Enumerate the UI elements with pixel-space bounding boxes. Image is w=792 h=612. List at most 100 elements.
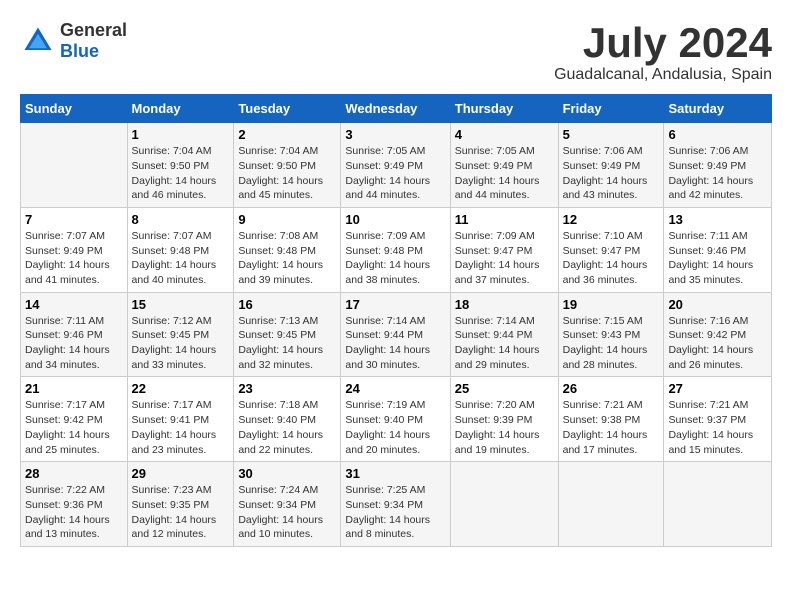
day-number: 4	[455, 127, 554, 142]
day-number: 6	[668, 127, 767, 142]
calendar-cell: 31 Sunrise: 7:25 AM Sunset: 9:34 PM Dayli…	[341, 462, 450, 547]
cell-content: Sunrise: 7:07 AM Sunset: 9:48 PM Dayligh…	[132, 229, 230, 288]
calendar-cell	[558, 462, 664, 547]
day-number: 21	[25, 381, 123, 396]
month-title: July 2024	[554, 20, 772, 66]
logo-blue-text: Blue	[60, 41, 99, 61]
cell-content: Sunrise: 7:17 AM Sunset: 9:42 PM Dayligh…	[25, 398, 123, 457]
calendar-cell: 1 Sunrise: 7:04 AM Sunset: 9:50 PM Daylig…	[127, 123, 234, 208]
calendar-cell: 28 Sunrise: 7:22 AM Sunset: 9:36 PM Dayli…	[21, 462, 128, 547]
cell-content: Sunrise: 7:15 AM Sunset: 9:43 PM Dayligh…	[563, 314, 660, 373]
day-number: 28	[25, 466, 123, 481]
day-number: 18	[455, 297, 554, 312]
calendar-cell: 17Sunrise: 7:14 AM Sunset: 9:44 PM Dayli…	[341, 292, 450, 377]
cell-content: Sunrise: 7:21 AM Sunset: 9:38 PM Dayligh…	[563, 398, 660, 457]
cell-content: Sunrise: 7:09 AM Sunset: 9:47 PM Dayligh…	[455, 229, 554, 288]
cell-content: Sunrise: 7:10 AM Sunset: 9:47 PM Dayligh…	[563, 229, 660, 288]
day-number: 15	[132, 297, 230, 312]
day-number: 30	[238, 466, 336, 481]
day-number: 1	[132, 127, 230, 142]
day-number: 2	[238, 127, 336, 142]
calendar-cell: 2 Sunrise: 7:04 AM Sunset: 9:50 PM Daylig…	[234, 123, 341, 208]
day-number: 16	[238, 297, 336, 312]
day-number: 19	[563, 297, 660, 312]
calendar-cell: 7Sunrise: 7:07 AM Sunset: 9:49 PM Daylig…	[21, 207, 128, 292]
calendar-cell: 14Sunrise: 7:11 AM Sunset: 9:46 PM Dayli…	[21, 292, 128, 377]
cell-content: Sunrise: 7:24 AM Sunset: 9:34 PM Dayligh…	[238, 483, 336, 542]
day-number: 11	[455, 212, 554, 227]
calendar-cell: 13 Sunrise: 7:11 AM Sunset: 9:46 PM Dayli…	[664, 207, 772, 292]
day-number: 9	[238, 212, 336, 227]
calendar-cell: 11 Sunrise: 7:09 AM Sunset: 9:47 PM Dayli…	[450, 207, 558, 292]
calendar-week-4: 21 Sunrise: 7:17 AM Sunset: 9:42 PM Dayli…	[21, 377, 772, 462]
day-number: 25	[455, 381, 554, 396]
day-header-saturday: Saturday	[664, 95, 772, 123]
calendar-cell: 16 Sunrise: 7:13 AM Sunset: 9:45 PM Dayli…	[234, 292, 341, 377]
day-number: 14	[25, 297, 123, 312]
day-number: 12	[563, 212, 660, 227]
calendar-cell: 3 Sunrise: 7:05 AM Sunset: 9:49 PM Daylig…	[341, 123, 450, 208]
calendar-cell: 6 Sunrise: 7:06 AM Sunset: 9:49 PM Daylig…	[664, 123, 772, 208]
calendar-cell: 10 Sunrise: 7:09 AM Sunset: 9:48 PM Dayli…	[341, 207, 450, 292]
day-number: 8	[132, 212, 230, 227]
logo-general-text: General	[60, 20, 127, 40]
calendar-cell: 20Sunrise: 7:16 AM Sunset: 9:42 PM Dayli…	[664, 292, 772, 377]
calendar-cell	[450, 462, 558, 547]
cell-content: Sunrise: 7:04 AM Sunset: 9:50 PM Dayligh…	[132, 144, 230, 203]
cell-content: Sunrise: 7:21 AM Sunset: 9:37 PM Dayligh…	[668, 398, 767, 457]
day-number: 31	[345, 466, 445, 481]
cell-content: Sunrise: 7:06 AM Sunset: 9:49 PM Dayligh…	[563, 144, 660, 203]
calendar-header-row: SundayMondayTuesdayWednesdayThursdayFrid…	[21, 95, 772, 123]
day-number: 27	[668, 381, 767, 396]
calendar-cell: 18 Sunrise: 7:14 AM Sunset: 9:44 PM Dayli…	[450, 292, 558, 377]
logo: General Blue	[20, 20, 127, 62]
calendar-cell: 8 Sunrise: 7:07 AM Sunset: 9:48 PM Daylig…	[127, 207, 234, 292]
calendar-week-1: 1 Sunrise: 7:04 AM Sunset: 9:50 PM Daylig…	[21, 123, 772, 208]
calendar-table: SundayMondayTuesdayWednesdayThursdayFrid…	[20, 94, 772, 547]
day-number: 13	[668, 212, 767, 227]
cell-content: Sunrise: 7:22 AM Sunset: 9:36 PM Dayligh…	[25, 483, 123, 542]
day-header-friday: Friday	[558, 95, 664, 123]
cell-content: Sunrise: 7:25 AM Sunset: 9:34 PM Dayligh…	[345, 483, 445, 542]
day-header-tuesday: Tuesday	[234, 95, 341, 123]
day-number: 23	[238, 381, 336, 396]
day-number: 24	[345, 381, 445, 396]
day-number: 20	[668, 297, 767, 312]
day-header-monday: Monday	[127, 95, 234, 123]
cell-content: Sunrise: 7:05 AM Sunset: 9:49 PM Dayligh…	[345, 144, 445, 203]
calendar-week-2: 7Sunrise: 7:07 AM Sunset: 9:49 PM Daylig…	[21, 207, 772, 292]
cell-content: Sunrise: 7:11 AM Sunset: 9:46 PM Dayligh…	[668, 229, 767, 288]
cell-content: Sunrise: 7:07 AM Sunset: 9:49 PM Dayligh…	[25, 229, 123, 288]
cell-content: Sunrise: 7:14 AM Sunset: 9:44 PM Dayligh…	[455, 314, 554, 373]
calendar-cell	[664, 462, 772, 547]
day-number: 26	[563, 381, 660, 396]
cell-content: Sunrise: 7:17 AM Sunset: 9:41 PM Dayligh…	[132, 398, 230, 457]
logo-icon	[20, 23, 56, 59]
cell-content: Sunrise: 7:14 AM Sunset: 9:44 PM Dayligh…	[345, 314, 445, 373]
calendar-cell: 22 Sunrise: 7:17 AM Sunset: 9:41 PM Dayli…	[127, 377, 234, 462]
day-number: 22	[132, 381, 230, 396]
calendar-cell: 4 Sunrise: 7:05 AM Sunset: 9:49 PM Daylig…	[450, 123, 558, 208]
day-number: 10	[345, 212, 445, 227]
cell-content: Sunrise: 7:09 AM Sunset: 9:48 PM Dayligh…	[345, 229, 445, 288]
day-number: 29	[132, 466, 230, 481]
calendar-cell: 9 Sunrise: 7:08 AM Sunset: 9:48 PM Daylig…	[234, 207, 341, 292]
calendar-body: 1 Sunrise: 7:04 AM Sunset: 9:50 PM Daylig…	[21, 123, 772, 547]
calendar-cell: 30 Sunrise: 7:24 AM Sunset: 9:34 PM Dayli…	[234, 462, 341, 547]
calendar-cell: 12 Sunrise: 7:10 AM Sunset: 9:47 PM Dayli…	[558, 207, 664, 292]
day-number: 3	[345, 127, 445, 142]
cell-content: Sunrise: 7:12 AM Sunset: 9:45 PM Dayligh…	[132, 314, 230, 373]
cell-content: Sunrise: 7:04 AM Sunset: 9:50 PM Dayligh…	[238, 144, 336, 203]
day-header-thursday: Thursday	[450, 95, 558, 123]
cell-content: Sunrise: 7:08 AM Sunset: 9:48 PM Dayligh…	[238, 229, 336, 288]
day-number: 5	[563, 127, 660, 142]
calendar-cell: 23Sunrise: 7:18 AM Sunset: 9:40 PM Dayli…	[234, 377, 341, 462]
cell-content: Sunrise: 7:05 AM Sunset: 9:49 PM Dayligh…	[455, 144, 554, 203]
page-header: General Blue July 2024 Guadalcanal, Anda…	[20, 20, 772, 84]
calendar-week-5: 28 Sunrise: 7:22 AM Sunset: 9:36 PM Dayli…	[21, 462, 772, 547]
cell-content: Sunrise: 7:06 AM Sunset: 9:49 PM Dayligh…	[668, 144, 767, 203]
calendar-cell: 24Sunrise: 7:19 AM Sunset: 9:40 PM Dayli…	[341, 377, 450, 462]
cell-content: Sunrise: 7:20 AM Sunset: 9:39 PM Dayligh…	[455, 398, 554, 457]
calendar-cell	[21, 123, 128, 208]
cell-content: Sunrise: 7:13 AM Sunset: 9:45 PM Dayligh…	[238, 314, 336, 373]
